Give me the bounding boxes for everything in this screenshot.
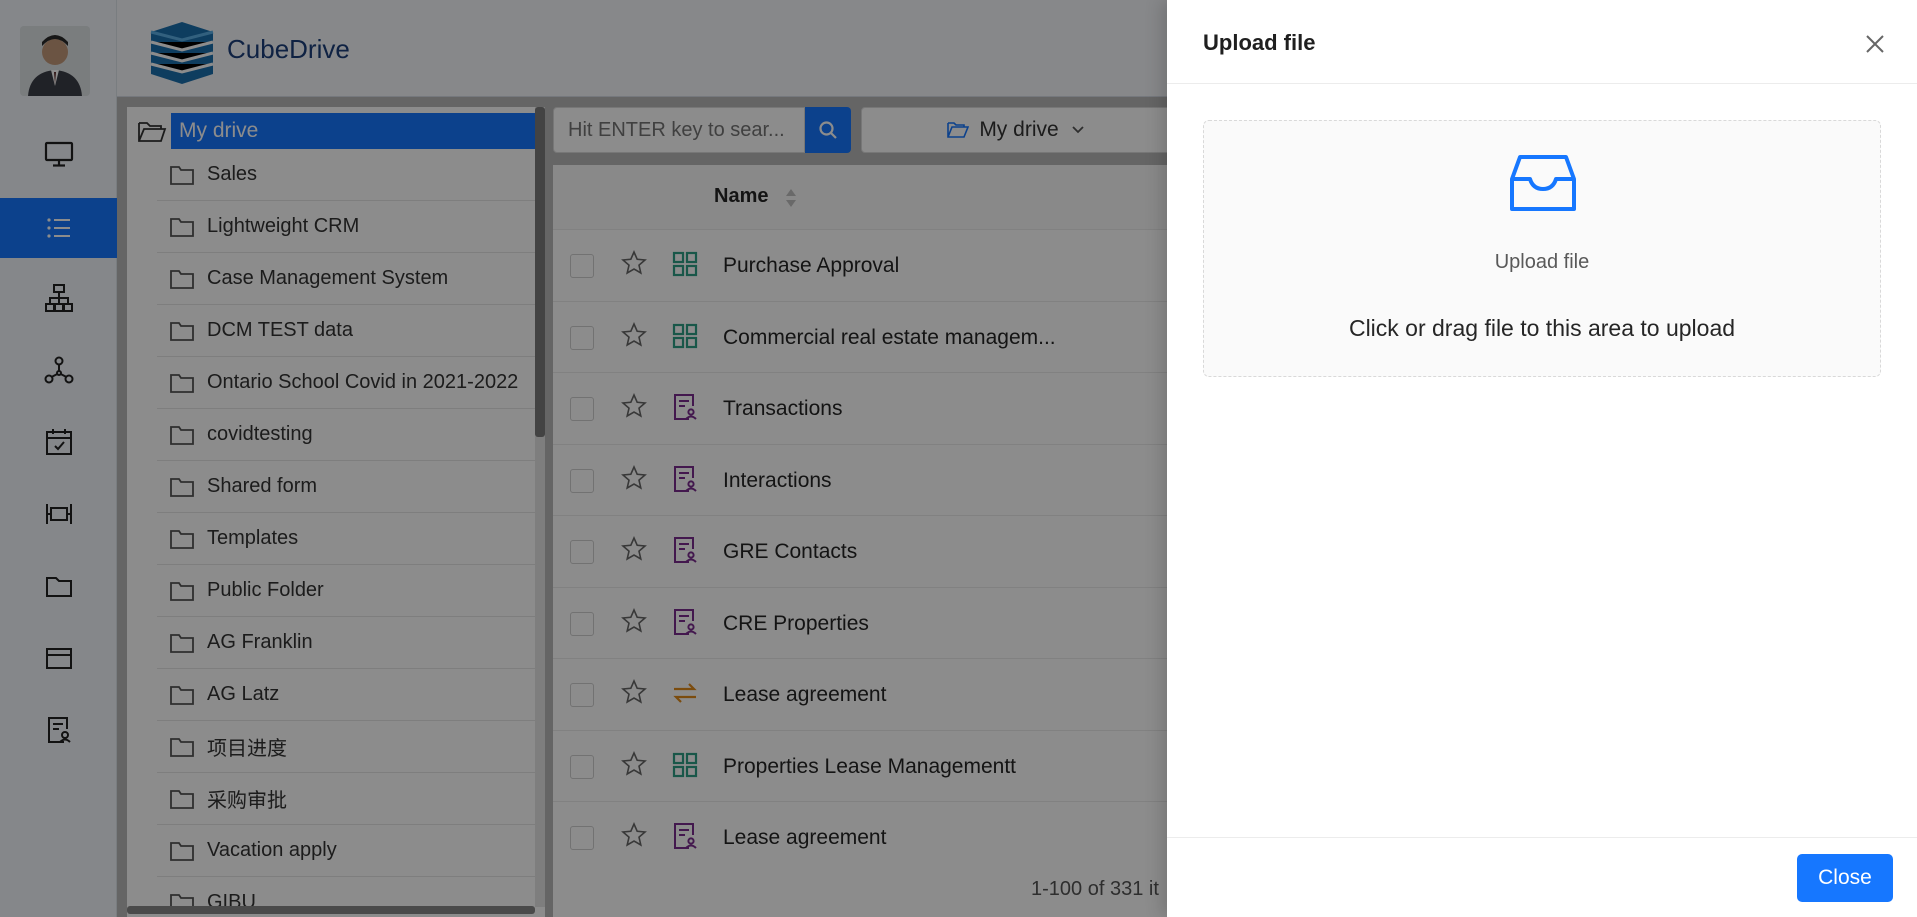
inbox-icon bbox=[1510, 155, 1576, 211]
drawer-footer: Close bbox=[1167, 837, 1917, 917]
drawer-close-button[interactable] bbox=[1861, 30, 1889, 58]
close-icon bbox=[1866, 35, 1884, 53]
close-button[interactable]: Close bbox=[1797, 854, 1893, 902]
upload-drawer: Upload file Upload file Click or drag fi… bbox=[1167, 0, 1917, 917]
dropzone-hint: Click or drag file to this area to uploa… bbox=[1348, 315, 1736, 341]
upload-dropzone[interactable]: Upload file Click or drag file to this a… bbox=[1203, 120, 1881, 377]
drawer-title: Upload file bbox=[1203, 30, 1316, 55]
dropzone-title: Upload file bbox=[1494, 251, 1590, 273]
drawer-header: Upload file bbox=[1167, 0, 1917, 84]
